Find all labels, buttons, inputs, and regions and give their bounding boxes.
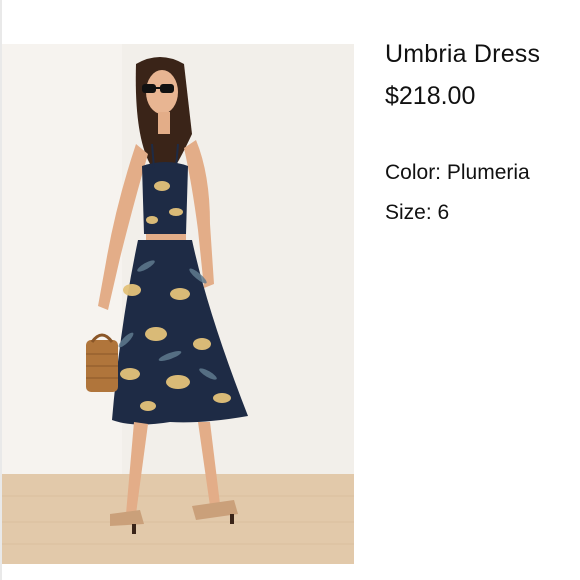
product-size: Size: 6 [385,201,450,224]
product-name[interactable]: Umbria Dress [385,38,577,70]
product-photo[interactable] [2,44,354,564]
product-color: Color: Plumeria [385,161,530,184]
product-attributes: Color: Plumeria Size: 6 [385,160,577,226]
product-illustration [2,44,354,564]
product-price: $218.00 [385,82,476,110]
listing-card: Umbria Dress $218.00 Color: Plumeria Siz… [0,0,580,580]
product-details: Umbria Dress $218.00 Color: Plumeria Siz… [385,38,577,240]
